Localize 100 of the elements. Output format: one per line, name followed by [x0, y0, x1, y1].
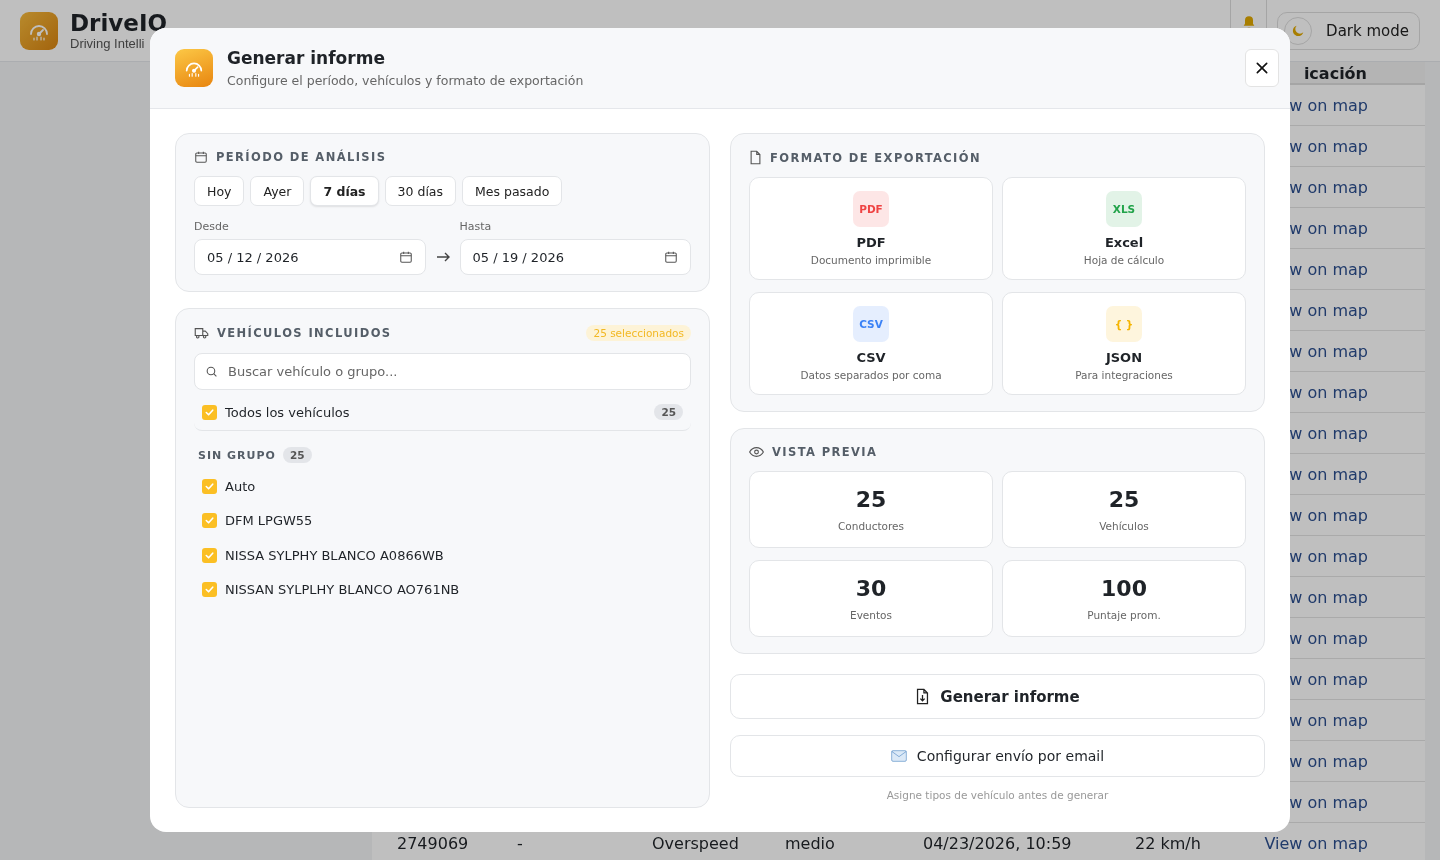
close-button[interactable]: [1245, 49, 1279, 87]
map-link[interactable]: w on map: [1289, 95, 1368, 115]
checkbox-label: NISSAN SYLPLHY BLANCO AO761NB: [225, 582, 460, 598]
format-description: Datos separados por coma: [800, 369, 942, 381]
search-field[interactable]: Buscar vehículo o grupo...: [194, 353, 691, 390]
map-link[interactable]: w on map: [1289, 423, 1368, 443]
date-field[interactable]: 05 / 12 / 2026: [194, 239, 426, 275]
checkbox[interactable]: [202, 582, 217, 598]
brand-name: DriveIO: [70, 10, 168, 36]
section-title: FORMATO DE EXPORTACIÓN: [770, 150, 981, 165]
map-link[interactable]: w on map: [1289, 628, 1368, 648]
format-badge: CSV: [853, 306, 889, 342]
field-label: Desde: [194, 220, 230, 233]
stat-value: 30: [855, 576, 887, 601]
brand-tagline: Driving Intelli: [70, 36, 146, 51]
stat-value: 100: [1101, 576, 1147, 601]
stat-label: Vehículos: [1099, 520, 1149, 532]
map-link[interactable]: w on map: [1289, 464, 1368, 484]
group-name: SIN GRUPO: [198, 448, 276, 462]
format-name: CSV: [856, 350, 886, 365]
check-icon: [204, 406, 215, 418]
section-title: PERÍODO DE ANÁLISIS: [216, 150, 387, 164]
dark-mode-button[interactable]: Dark mode: [1277, 12, 1420, 50]
table-cell-text: 04/23/2026, 10:59: [923, 833, 1073, 853]
format-name: PDF: [856, 235, 886, 250]
checkbox[interactable]: [202, 513, 217, 529]
table-cell-text: 22 km/h: [1135, 833, 1202, 853]
checkbox-label: Auto: [225, 478, 256, 494]
check-icon: [204, 549, 215, 561]
map-link[interactable]: w on map: [1289, 382, 1368, 402]
calendar-icon: [194, 150, 208, 164]
email-button[interactable]: Configurar envío por email: [730, 735, 1265, 777]
map-link[interactable]: w on map: [1289, 710, 1368, 730]
checkbox[interactable]: [202, 478, 217, 494]
stat-label: Eventos: [850, 609, 892, 621]
map-link[interactable]: w on map: [1289, 792, 1368, 812]
table-cell-text: Overspeed: [652, 833, 740, 853]
map-link[interactable]: w on map: [1289, 669, 1368, 689]
checkbox-label: NISSA SYLPHY BLANCO A0866WB: [225, 547, 444, 563]
format-option[interactable]: PDF PDF Documento imprimible: [749, 177, 993, 280]
selected-count-badge: 25 seleccionados: [586, 325, 691, 341]
stat-label: Puntaje prom.: [1087, 609, 1161, 621]
checkbox[interactable]: [202, 547, 217, 563]
count-badge: 25: [282, 447, 312, 463]
stat-value: 25: [1108, 487, 1140, 512]
calendar-icon: [398, 250, 413, 264]
envelope-icon: [890, 750, 907, 762]
map-link[interactable]: w on map: [1289, 751, 1368, 771]
hint-text: Asigne tipos de vehículo antes de generar: [885, 789, 1110, 801]
format-option[interactable]: CSV CSV Datos separados por coma: [749, 292, 993, 395]
date-field[interactable]: 05 / 19 / 2026: [459, 239, 691, 275]
period-preset-button[interactable]: 30 días: [384, 176, 457, 206]
format-description: Hoja de cálculo: [1083, 254, 1165, 266]
arrow-icon: [435, 252, 450, 262]
dialog-title: Generar informe: [227, 48, 386, 68]
check-icon: [204, 515, 215, 527]
format-name: JSON: [1105, 350, 1143, 365]
format-description: Para integraciones: [1075, 369, 1173, 381]
stat-label: Conductores: [837, 520, 905, 532]
section-title: VEHÍCULOS INCLUIDOS: [217, 326, 392, 340]
map-link[interactable]: w on map: [1289, 587, 1368, 607]
map-link[interactable]: w on map: [1289, 300, 1368, 320]
dialog-subtitle: Configure el período, vehículos y formato de exportación: [227, 73, 584, 88]
map-link[interactable]: w on map: [1289, 136, 1368, 156]
search-icon: [205, 365, 218, 378]
column-header: icación: [1303, 64, 1367, 83]
map-link[interactable]: View on map: [1264, 833, 1368, 853]
format-option[interactable]: { } JSON Para integraciones: [1002, 292, 1246, 395]
map-link[interactable]: w on map: [1289, 546, 1368, 566]
generate-button[interactable]: Generar informe: [730, 674, 1265, 719]
format-badge: PDF: [853, 191, 889, 227]
checkbox[interactable]: [202, 404, 217, 420]
format-badge: XLS: [1106, 191, 1142, 227]
table-cell-text: 2749069: [397, 833, 470, 853]
table-cell-text: -: [517, 833, 524, 853]
check-icon: [204, 480, 215, 492]
count-badge: 25: [654, 404, 683, 420]
period-preset-button[interactable]: 7 días: [310, 176, 379, 206]
section-title: VISTA PREVIA: [772, 445, 878, 459]
format-description: Documento imprimible: [810, 254, 932, 266]
table-cell-text: medio: [785, 833, 836, 853]
map-link[interactable]: w on map: [1289, 218, 1368, 238]
map-link[interactable]: w on map: [1289, 177, 1368, 197]
period-preset-button[interactable]: Mes pasado: [462, 176, 563, 206]
map-link[interactable]: w on map: [1289, 341, 1368, 361]
calendar-icon: [664, 250, 678, 264]
field-label: Hasta: [459, 220, 493, 233]
truck-icon: [194, 326, 209, 340]
period-preset-button[interactable]: Ayer: [250, 176, 305, 206]
file-download-icon: [915, 688, 931, 705]
close-icon: [1254, 60, 1270, 76]
format-option[interactable]: XLS Excel Hoja de cálculo: [1002, 177, 1246, 280]
format-badge: { }: [1106, 306, 1142, 342]
map-link[interactable]: w on map: [1289, 259, 1368, 279]
check-icon: [204, 584, 215, 596]
period-preset-button[interactable]: Hoy: [194, 176, 245, 206]
checkbox-label: DFM LPGW55: [225, 513, 313, 529]
file-icon: [749, 150, 762, 165]
map-link[interactable]: w on map: [1289, 505, 1368, 525]
eye-icon: [749, 446, 764, 458]
